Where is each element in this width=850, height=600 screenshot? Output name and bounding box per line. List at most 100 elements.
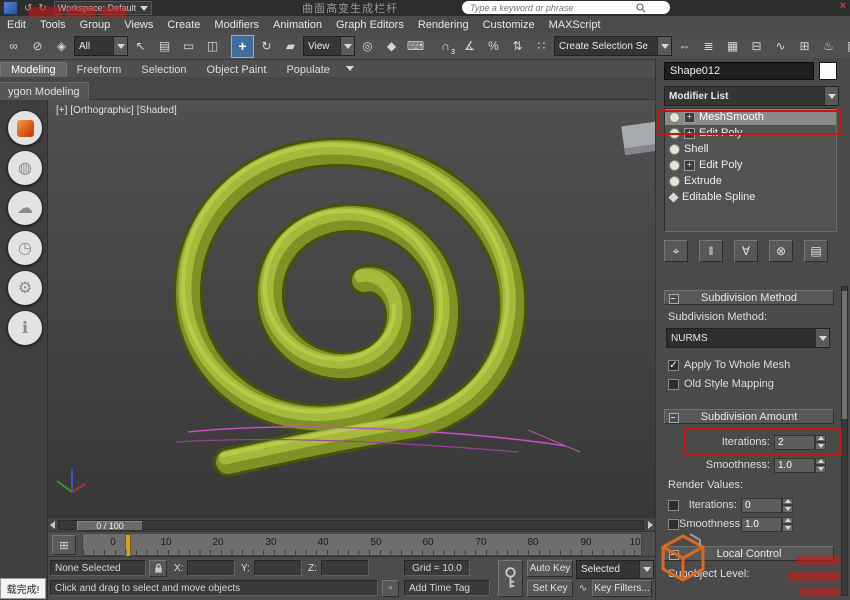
ribbon-collapse-icon[interactable] <box>340 60 360 77</box>
select-by-name-icon[interactable]: ▤ <box>153 35 176 58</box>
expand-icon[interactable]: + <box>684 112 695 123</box>
panel-scrollbar[interactable] <box>841 286 848 596</box>
viewport-menu-pov[interactable]: [Orthographic] <box>70 105 133 116</box>
smoothness-spinner[interactable]: 1.0 <box>774 458 826 473</box>
stack-item-extrude[interactable]: Extrude <box>665 173 836 189</box>
select-and-scale-icon[interactable]: ▰ <box>279 35 302 58</box>
render-iterations-checkbox[interactable] <box>668 500 679 511</box>
modifier-onoff-bulb-icon[interactable] <box>669 144 680 155</box>
cube-tool-icon[interactable] <box>7 110 43 146</box>
modifier-list-dropdown[interactable]: Modifier List <box>664 86 839 106</box>
stack-item-editable-spline[interactable]: Editable Spline <box>665 189 836 205</box>
snap-toggle-icon[interactable]: ∩ 3 <box>434 35 457 58</box>
subdivision-method-dropdown[interactable]: NURMS <box>666 328 830 348</box>
spinner-snap-icon[interactable]: ⇅ <box>506 35 529 58</box>
selection-lock-icon[interactable] <box>149 560 167 577</box>
close-icon[interactable]: × <box>840 0 846 12</box>
auto-key-button[interactable]: Auto Key <box>527 560 573 577</box>
modifier-onoff-bulb-icon[interactable] <box>669 112 680 123</box>
menu-rendering[interactable]: Rendering <box>411 19 476 31</box>
render-smoothness-spinner[interactable]: 1.0 <box>741 517 793 532</box>
expand-icon[interactable]: + <box>684 160 695 171</box>
mini-curve-icon[interactable]: ∿ <box>576 580 590 597</box>
remove-modifier-icon[interactable]: ⊗ <box>769 240 793 262</box>
render-smoothness-value[interactable]: 1.0 <box>741 517 782 532</box>
settings-tool-icon[interactable]: ⚙ <box>7 270 43 306</box>
render-iterations-spinner[interactable]: 0 <box>741 498 793 513</box>
spin-up-icon[interactable] <box>782 517 793 525</box>
window-crossing-icon[interactable]: ◫ <box>201 35 224 58</box>
mirror-icon[interactable]: ⇔ <box>673 35 696 58</box>
z-coordinate-field[interactable] <box>321 560 369 576</box>
menu-tools[interactable]: Tools <box>33 19 73 31</box>
select-and-rotate-icon[interactable]: ↻ <box>255 35 278 58</box>
menu-edit[interactable]: Edit <box>0 19 33 31</box>
viewport[interactable]: [+] [Orthographic] [Shaded] <box>48 100 655 517</box>
modifier-onoff-bulb-icon[interactable] <box>669 160 680 171</box>
stack-item-meshsmooth[interactable]: + MeshSmooth <box>665 109 836 125</box>
align-icon[interactable]: ≣ <box>697 35 720 58</box>
info-tool-icon[interactable]: ℹ <box>7 310 43 346</box>
spin-down-icon[interactable] <box>782 505 793 513</box>
render-smoothness-checkbox[interactable] <box>668 519 679 530</box>
expand-icon[interactable]: + <box>684 128 695 139</box>
transform-typein-toggle-icon[interactable]: ▫ <box>382 580 399 597</box>
smoothness-value[interactable]: 1.0 <box>774 458 815 473</box>
stack-item-edit-poly-2[interactable]: + Edit Poly <box>665 157 836 173</box>
globe-tool-icon[interactable]: ◍ <box>7 150 43 186</box>
menu-views[interactable]: Views <box>117 19 160 31</box>
add-time-tag-field[interactable]: Add Time Tag <box>404 580 490 596</box>
scrollbar-thumb[interactable] <box>842 291 847 419</box>
history-tool-icon[interactable]: ◷ <box>7 230 43 266</box>
app-menu-icon[interactable] <box>3 1 18 15</box>
menu-maxscript[interactable]: MAXScript <box>542 19 608 31</box>
stack-item-edit-poly[interactable]: + Edit Poly <box>665 125 836 141</box>
time-slider-handle[interactable]: 0 / 100 <box>77 521 143 531</box>
old-style-mapping-checkbox[interactable] <box>668 379 679 390</box>
percent-snap-icon[interactable]: % <box>482 35 505 58</box>
set-keys-icon[interactable] <box>498 560 523 597</box>
menu-customize[interactable]: Customize <box>476 19 542 31</box>
select-object-icon[interactable]: ↖ <box>129 35 152 58</box>
tab-object-paint[interactable]: Object Paint <box>197 63 277 77</box>
make-unique-icon[interactable]: ∀ <box>734 240 758 262</box>
menu-group[interactable]: Group <box>73 19 118 31</box>
key-mode-dropdown[interactable]: Selected <box>576 560 654 579</box>
menu-modifiers[interactable]: Modifiers <box>207 19 266 31</box>
time-slider-track[interactable]: 0 / 100 <box>58 520 644 530</box>
spin-up-icon[interactable] <box>782 498 793 506</box>
selection-info-field[interactable]: None Selected <box>50 560 146 576</box>
configure-modifier-sets-icon[interactable]: ▤ <box>804 240 828 262</box>
unlink-selection-icon[interactable]: ⊘ <box>26 35 49 58</box>
y-coordinate-field[interactable] <box>254 560 302 576</box>
menu-animation[interactable]: Animation <box>266 19 329 31</box>
iterations-spinner[interactable]: 2 <box>774 435 826 450</box>
named-selection-sets-dropdown[interactable]: Create Selection Se <box>554 36 672 56</box>
selection-filter-dropdown[interactable]: All <box>74 36 128 56</box>
spin-down-icon[interactable] <box>815 442 826 450</box>
edit-named-sets-icon[interactable]: ∷ <box>530 35 553 58</box>
apply-to-whole-mesh-checkbox[interactable] <box>668 360 679 371</box>
polygon-modeling-panel-tab[interactable]: ygon Modeling <box>0 82 89 102</box>
pin-stack-icon[interactable]: ⌖ <box>664 240 688 262</box>
reference-coordinate-dropdown[interactable]: View <box>303 36 355 56</box>
tab-freeform[interactable]: Freeform <box>67 63 132 77</box>
select-and-move-icon[interactable]: + <box>231 35 254 58</box>
object-color-swatch[interactable] <box>819 62 837 80</box>
select-and-manipulate-icon[interactable]: ◆ <box>380 35 403 58</box>
modifier-onoff-bulb-icon[interactable] <box>669 176 680 187</box>
menu-graph-editors[interactable]: Graph Editors <box>329 19 411 31</box>
menu-create[interactable]: Create <box>160 19 207 31</box>
x-coordinate-field[interactable] <box>187 560 235 576</box>
track-bar-ruler[interactable]: 0 10 20 30 40 50 60 70 80 90 10 <box>82 533 642 556</box>
keyboard-shortcut-override-icon[interactable]: ⌨ <box>404 35 427 58</box>
select-and-link-icon[interactable]: ∞ <box>2 35 25 58</box>
stack-item-shell[interactable]: Shell <box>665 141 836 157</box>
rollout-subdivision-amount[interactable]: Subdivision Amount <box>664 409 834 424</box>
curve-editor-icon[interactable]: ∿ <box>769 35 792 58</box>
spin-down-icon[interactable] <box>782 524 793 532</box>
tab-modeling[interactable]: Modeling <box>0 62 67 77</box>
previous-frame-icon[interactable] <box>50 521 55 529</box>
cloud-tool-icon[interactable]: ☁ <box>7 190 43 226</box>
schematic-view-icon[interactable]: ⊞ <box>793 35 816 58</box>
